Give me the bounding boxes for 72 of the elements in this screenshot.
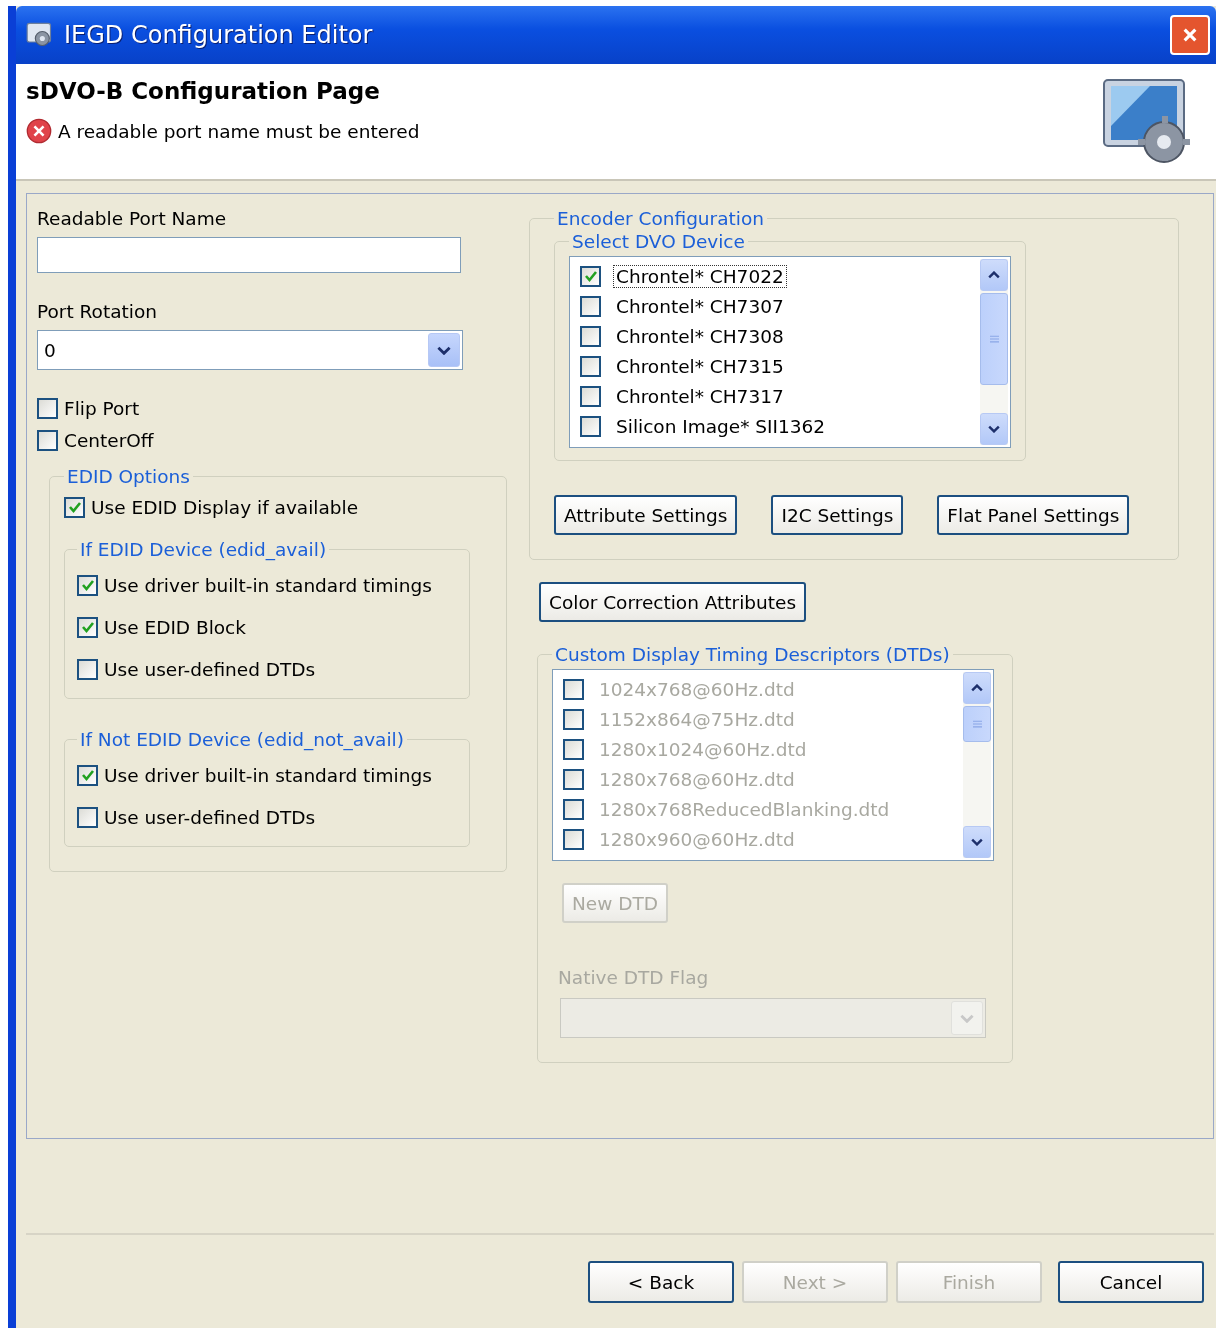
- group-title: Select DVO Device: [571, 231, 746, 252]
- caret-up-icon: [971, 684, 983, 692]
- list-item[interactable]: Chrontel* CH7022: [613, 264, 787, 288]
- window-title: IEGD Configuration Editor: [64, 21, 374, 49]
- checkbox[interactable]: [580, 325, 601, 347]
- error-message: A readable port name must be entered: [58, 120, 420, 142]
- port-name-field[interactable]: [37, 237, 461, 273]
- grip-icon: [972, 720, 982, 728]
- scroll-down-button[interactable]: [963, 826, 991, 858]
- caret-down-icon: [437, 345, 451, 355]
- page-title: sDVO-B Configuration Page: [26, 78, 381, 104]
- checkmark-icon: [80, 768, 95, 782]
- settings-button[interactable]: Attribute Settings: [554, 495, 738, 535]
- field-label: Port Rotation: [37, 301, 157, 322]
- checkbox[interactable]: [37, 429, 58, 451]
- checkbox[interactable]: [77, 764, 98, 786]
- checkbox-label: Use driver built-in standard timings: [104, 764, 432, 786]
- list-item[interactable]: Chrontel* CH7315: [613, 354, 787, 378]
- scroll-up-button[interactable]: [980, 259, 1008, 291]
- checkbox-label: Use EDID Block: [104, 616, 246, 638]
- scrollbar-thumb[interactable]: [980, 293, 1008, 385]
- scroll-down-button[interactable]: [980, 413, 1008, 445]
- group-title: EDID Options: [66, 466, 191, 487]
- checkbox[interactable]: [580, 415, 601, 437]
- checkbox[interactable]: [37, 397, 58, 419]
- checkbox-label: Flip Port: [64, 397, 140, 419]
- checkbox-label: Use EDID Display if available: [91, 496, 359, 518]
- checkbox[interactable]: [580, 295, 601, 317]
- checkmark-icon: [80, 620, 95, 634]
- checkbox[interactable]: [77, 616, 98, 638]
- gear-icon: [26, 21, 54, 49]
- wizard-button[interactable]: < Back: [588, 1261, 734, 1303]
- grip-icon: [989, 335, 999, 343]
- color-correction-button[interactable]: Color Correction Attributes: [539, 582, 807, 622]
- checkbox-label: Use user-defined DTDs: [104, 806, 316, 828]
- group-title: If EDID Device (edid_avail): [79, 539, 328, 560]
- checkbox-label: Use driver built-in standard timings: [104, 574, 432, 596]
- scrollbar-thumb[interactable]: [963, 706, 991, 742]
- settings-button[interactable]: I2C Settings: [771, 495, 904, 535]
- group-title: Custom Display Timing Descriptors (DTDs): [554, 644, 951, 665]
- caret-down-icon: [960, 1013, 974, 1023]
- caret-down-icon: [971, 838, 983, 846]
- list-item[interactable]: Chrontel* CH7308: [613, 324, 787, 348]
- checkbox[interactable]: [77, 806, 98, 828]
- caret-down-icon: [988, 425, 1000, 433]
- checkmark-icon: [67, 500, 82, 514]
- scroll-up-button[interactable]: [963, 672, 991, 704]
- checkbox[interactable]: [64, 496, 85, 518]
- checkbox[interactable]: [580, 385, 601, 407]
- field-label: Readable Port Name: [37, 208, 227, 229]
- list-item[interactable]: Silicon Image* SII1362: [613, 414, 829, 438]
- checkbox[interactable]: [77, 658, 98, 680]
- checkmark-icon: [80, 578, 95, 592]
- checkbox[interactable]: [77, 574, 98, 596]
- checkbox[interactable]: [580, 355, 601, 377]
- dropdown-button[interactable]: [428, 333, 460, 367]
- error-icon: [26, 118, 52, 144]
- checkbox-label: Use user-defined DTDs: [104, 658, 316, 680]
- field-label: Native DTD Flag: [558, 967, 710, 988]
- checkbox[interactable]: [580, 265, 601, 287]
- settings-button[interactable]: Flat Panel Settings: [937, 495, 1130, 535]
- close-icon: [1182, 27, 1198, 43]
- caret-up-icon: [988, 271, 1000, 279]
- group-title: Encoder Configuration: [556, 208, 765, 229]
- close-button[interactable]: [1170, 15, 1210, 55]
- rotation-dropdown[interactable]: 0: [37, 330, 463, 370]
- checkmark-icon: [583, 269, 598, 283]
- list-item[interactable]: Chrontel* CH7317: [613, 384, 787, 408]
- checkbox-label: CenterOff: [64, 429, 154, 451]
- list-item[interactable]: Chrontel* CH7307: [613, 294, 787, 318]
- wizard-button[interactable]: Cancel: [1058, 1261, 1204, 1303]
- group-title: If Not EDID Device (edid_not_avail): [79, 729, 405, 750]
